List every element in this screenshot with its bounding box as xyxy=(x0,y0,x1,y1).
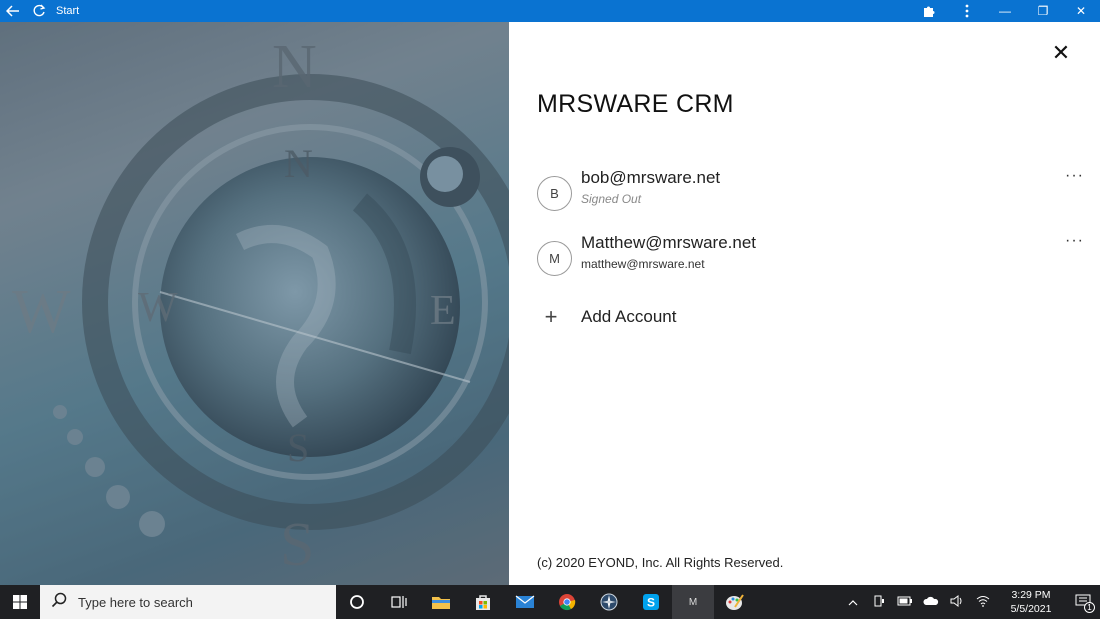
title-bar: Start — ❐ ✕ xyxy=(0,0,1100,22)
clock-time: 3:29 PM xyxy=(1011,589,1051,601)
kebab-menu-icon[interactable] xyxy=(948,0,986,22)
restore-button[interactable]: ❐ xyxy=(1024,0,1062,22)
paint-icon[interactable] xyxy=(714,585,756,619)
compass-letter: E xyxy=(430,288,456,334)
taskbar-clock[interactable]: 3:29 PM 5/5/2021 xyxy=(996,588,1066,616)
compass-letter: S xyxy=(287,425,310,470)
task-view-icon[interactable] xyxy=(378,585,420,619)
taskbar-search-box[interactable]: Type here to search xyxy=(40,585,336,619)
battery-icon[interactable] xyxy=(892,595,918,609)
mail-icon[interactable] xyxy=(504,585,546,619)
chrome-icon[interactable] xyxy=(546,585,588,619)
compass-letter: S xyxy=(280,511,315,579)
minimize-button[interactable]: — xyxy=(986,0,1024,22)
app-m-label: M xyxy=(688,596,698,608)
more-options-icon[interactable]: ··· xyxy=(1065,167,1084,185)
skype-icon[interactable]: S xyxy=(630,585,672,619)
taskbar: Type here to search S M 3:29 PM 5/5/2021… xyxy=(0,585,1100,619)
wifi-icon[interactable] xyxy=(970,595,996,610)
avatar: B xyxy=(537,176,572,211)
volume-icon[interactable] xyxy=(944,594,970,610)
account-email: bob@mrsware.net xyxy=(581,168,721,187)
chevron-up-icon[interactable] xyxy=(840,595,866,609)
onedrive-icon[interactable] xyxy=(918,595,944,609)
windows-start-icon[interactable] xyxy=(0,585,40,619)
puzzle-icon[interactable] xyxy=(910,0,948,22)
mrsware-crm-taskbar-app[interactable]: M xyxy=(672,585,714,619)
system-tray: 3:29 PM 5/5/2021 1 xyxy=(840,585,1100,619)
account-item-bob[interactable]: B bob@mrsware.net Signed Out ··· xyxy=(537,167,1083,220)
add-account-button[interactable]: + Add Account xyxy=(537,304,677,329)
account-subtitle: matthew@mrsware.net xyxy=(581,257,705,271)
cortana-icon[interactable] xyxy=(336,585,378,619)
hero-image: N N W W E S S xyxy=(0,22,509,585)
back-arrow-icon[interactable] xyxy=(0,0,26,22)
search-icon xyxy=(40,592,78,613)
account-email: Matthew@mrsware.net xyxy=(581,233,757,252)
compass-letter: W xyxy=(12,278,71,346)
store-icon[interactable] xyxy=(462,585,504,619)
refresh-icon[interactable] xyxy=(26,0,52,22)
compass-letter: N xyxy=(284,141,313,186)
search-placeholder: Type here to search xyxy=(78,594,193,610)
copyright-text: (c) 2020 EYOND, Inc. All Rights Reserved… xyxy=(537,555,784,570)
more-options-icon[interactable]: ··· xyxy=(1065,232,1084,250)
account-item-matthew[interactable]: M Matthew@mrsware.net matthew@mrsware.ne… xyxy=(537,232,1083,285)
notification-center-icon[interactable]: 1 xyxy=(1066,594,1100,613)
window-title: Start xyxy=(56,5,80,17)
svg-text:S: S xyxy=(647,596,655,610)
compass-app-icon[interactable] xyxy=(588,585,630,619)
plus-icon: + xyxy=(544,304,558,329)
clock-date: 5/5/2021 xyxy=(1010,603,1052,615)
app-title: MRSWARE CRM xyxy=(537,90,734,118)
file-explorer-icon[interactable] xyxy=(420,585,462,619)
add-account-label: Add Account xyxy=(581,307,677,326)
notification-count: 1 xyxy=(1084,601,1095,613)
avatar: M xyxy=(537,241,572,276)
account-panel: ✕ MRSWARE CRM B bob@mrsware.net Signed O… xyxy=(509,22,1100,585)
device-icon[interactable] xyxy=(866,595,892,610)
close-panel-button[interactable]: ✕ xyxy=(1050,42,1072,64)
compass-letter: W xyxy=(138,285,178,331)
window-close-button[interactable]: ✕ xyxy=(1062,0,1100,22)
compass-letter: N xyxy=(272,33,317,101)
account-status: Signed Out xyxy=(581,192,642,206)
